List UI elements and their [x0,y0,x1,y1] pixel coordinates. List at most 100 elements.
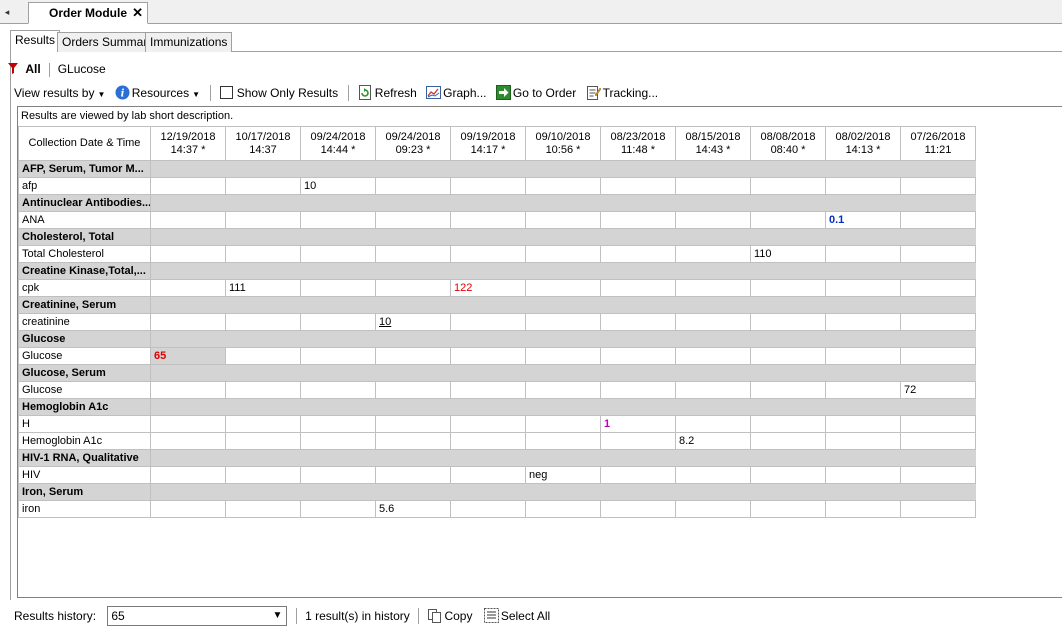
result-cell[interactable] [300,347,376,365]
test-label[interactable]: ANA [18,211,151,229]
close-icon[interactable]: ✕ [132,3,143,23]
result-cell[interactable] [525,279,601,297]
column-header[interactable]: 08/08/2018 08:40 * [750,126,826,161]
filter-all-label[interactable]: All [25,62,40,76]
result-cell[interactable] [150,279,226,297]
result-cell[interactable] [750,381,826,399]
results-history-select[interactable]: 65 ▼ [107,606,288,626]
result-cell[interactable] [825,347,901,365]
result-cell[interactable] [525,177,601,195]
result-cell[interactable] [825,415,901,433]
result-cell[interactable]: 110 [750,245,826,263]
result-cell[interactable] [525,245,601,263]
result-cell[interactable] [525,432,601,450]
result-cell[interactable] [750,177,826,195]
refresh-button[interactable]: Refresh [358,82,417,104]
result-cell[interactable] [450,245,526,263]
test-label[interactable]: Hemoglobin A1c [18,432,151,450]
resources-dropdown[interactable]: i Resources ▼ [115,82,200,106]
filter-icon[interactable] [8,62,21,76]
result-cell[interactable] [225,211,301,229]
result-cell[interactable] [150,245,226,263]
test-label[interactable]: HIV [18,466,151,484]
result-cell[interactable] [675,177,751,195]
result-cell[interactable] [900,211,976,229]
result-cell[interactable] [300,211,376,229]
tab-results[interactable]: Results [10,30,61,53]
result-cell[interactable]: 1 [600,415,676,433]
result-cell[interactable] [225,245,301,263]
result-cell[interactable] [450,415,526,433]
result-cell[interactable] [900,500,976,518]
result-cell[interactable] [300,432,376,450]
result-cell[interactable] [525,415,601,433]
result-cell[interactable] [750,432,826,450]
result-cell[interactable] [825,381,901,399]
result-cell[interactable] [450,211,526,229]
result-cell[interactable] [600,500,676,518]
column-header[interactable]: 09/10/2018 10:56 * [525,126,601,161]
column-header[interactable]: 09/24/2018 14:44 * [300,126,376,161]
column-header[interactable]: 10/17/2018 14:37 [225,126,301,161]
result-cell[interactable] [450,432,526,450]
result-cell[interactable] [825,466,901,484]
result-cell[interactable] [375,177,451,195]
result-cell[interactable] [900,347,976,365]
result-cell[interactable] [300,245,376,263]
tab-immunizations[interactable]: Immunizations [145,32,233,52]
result-cell[interactable] [600,381,676,399]
result-cell[interactable] [900,415,976,433]
result-cell[interactable] [525,500,601,518]
result-cell[interactable] [375,279,451,297]
filter-text[interactable]: GLucose [58,62,106,76]
result-cell[interactable] [375,347,451,365]
result-cell[interactable] [300,381,376,399]
result-cell[interactable] [225,313,301,331]
result-cell[interactable] [600,313,676,331]
result-cell[interactable] [600,245,676,263]
result-cell[interactable] [900,432,976,450]
result-cell[interactable] [225,347,301,365]
result-cell[interactable]: 10 [375,313,451,331]
result-cell[interactable] [600,347,676,365]
result-cell[interactable] [375,432,451,450]
test-label[interactable]: iron [18,500,151,518]
result-cell[interactable] [225,432,301,450]
result-cell[interactable] [600,211,676,229]
result-cell[interactable] [900,313,976,331]
test-label[interactable]: cpk [18,279,151,297]
result-cell[interactable] [525,347,601,365]
result-cell[interactable] [375,381,451,399]
result-cell[interactable]: 65 [150,347,226,365]
test-label[interactable]: H [18,415,151,433]
graph-button[interactable]: Graph... [426,82,487,104]
result-cell[interactable] [825,177,901,195]
result-cell[interactable] [675,347,751,365]
column-header[interactable]: 12/19/2018 14:37 * [150,126,226,161]
result-cell[interactable]: 111 [225,279,301,297]
result-cell[interactable] [525,381,601,399]
result-cell[interactable] [375,245,451,263]
column-header[interactable]: 09/24/2018 09:23 * [375,126,451,161]
result-cell[interactable] [450,381,526,399]
tab-order-module[interactable]: Order Module ✕ [28,2,148,24]
column-header[interactable]: 08/15/2018 14:43 * [675,126,751,161]
test-label[interactable]: Glucose [18,381,151,399]
result-cell[interactable] [150,415,226,433]
result-cell[interactable] [525,211,601,229]
result-cell[interactable]: neg [525,466,601,484]
result-cell[interactable]: 8.2 [675,432,751,450]
select-all-button[interactable]: Select All [483,604,550,628]
result-cell[interactable] [150,177,226,195]
result-cell[interactable] [825,313,901,331]
result-cell[interactable] [150,500,226,518]
result-cell[interactable] [225,500,301,518]
result-cell[interactable] [225,415,301,433]
result-cell[interactable] [450,466,526,484]
result-cell[interactable] [450,313,526,331]
result-cell[interactable] [300,500,376,518]
result-cell[interactable]: 122 [450,279,526,297]
result-cell[interactable] [750,500,826,518]
result-cell[interactable] [525,313,601,331]
result-cell[interactable] [600,177,676,195]
